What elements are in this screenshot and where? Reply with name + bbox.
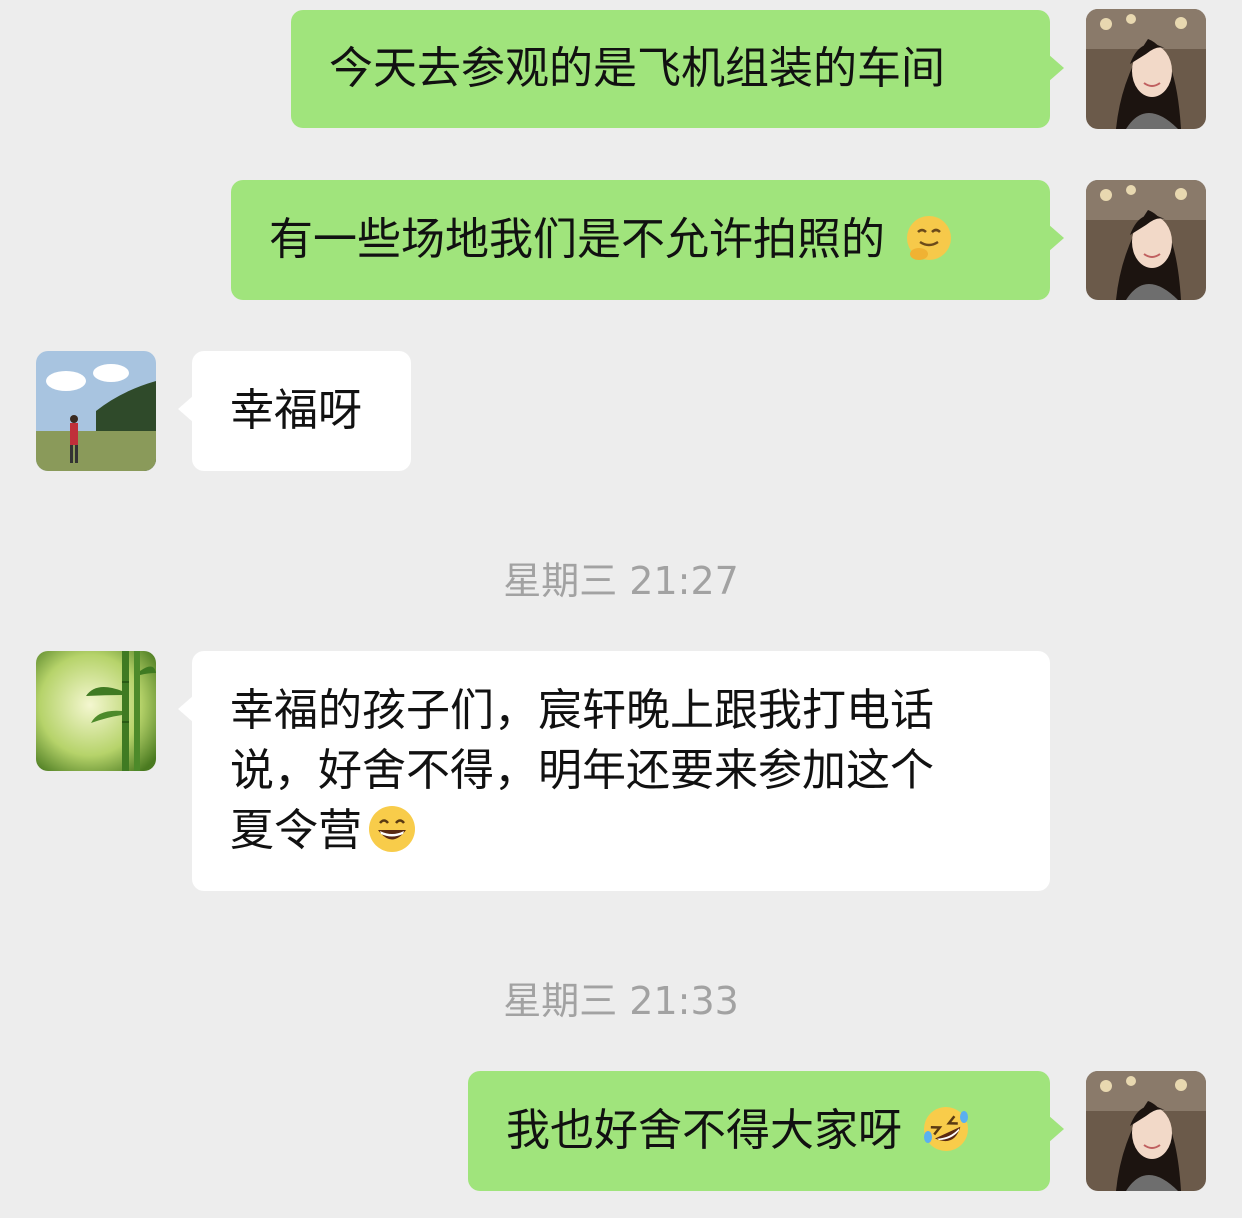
timestamp: 星期三 21:33 (503, 979, 739, 1023)
message-bubble-incoming[interactable]: 幸福的孩子们，宸轩晚上跟我打电话 说，好舍不得，明年还要来参加这个 夏令营 (178, 651, 1050, 891)
message-text: 幸福呀 (230, 385, 362, 436)
timestamp: 星期三 21:27 (503, 559, 739, 603)
contact-avatar[interactable] (36, 351, 156, 471)
woman-portrait-icon (1086, 1071, 1206, 1191)
message-text-line: 夏令营 (230, 805, 362, 856)
message-text-line: 说，好舍不得，明年还要来参加这个 (230, 745, 934, 796)
contact-avatar[interactable] (36, 651, 156, 771)
woman-portrait-icon (1086, 9, 1206, 129)
golf-photo-icon (36, 351, 156, 471)
grinning-emoji-icon (366, 803, 418, 855)
message-text: 今天去参观的是飞机组装的车间 (329, 43, 945, 94)
message-bubble-outgoing[interactable]: 我也好舍不得大家呀 (468, 1071, 1064, 1191)
message-bubble-incoming[interactable]: 幸福呀 (178, 351, 411, 471)
message-text-line: 幸福的孩子们，宸轩晚上跟我打电话 (230, 685, 934, 736)
woman-portrait-icon (1086, 180, 1206, 300)
my-avatar[interactable] (1086, 1071, 1206, 1191)
my-avatar[interactable] (1086, 180, 1206, 300)
bamboo-icon (36, 651, 156, 771)
message-text: 我也好舍不得大家呀 (506, 1105, 902, 1156)
thinking-laugh-emoji-icon (903, 212, 955, 264)
my-avatar[interactable] (1086, 9, 1206, 129)
message-text: 有一些场地我们是不允许拍照的 (269, 214, 885, 265)
message-bubble-outgoing[interactable]: 今天去参观的是飞机组装的车间 (291, 10, 1064, 128)
rofl-emoji-icon (920, 1103, 972, 1155)
message-bubble-outgoing[interactable]: 有一些场地我们是不允许拍照的 (231, 180, 1064, 300)
